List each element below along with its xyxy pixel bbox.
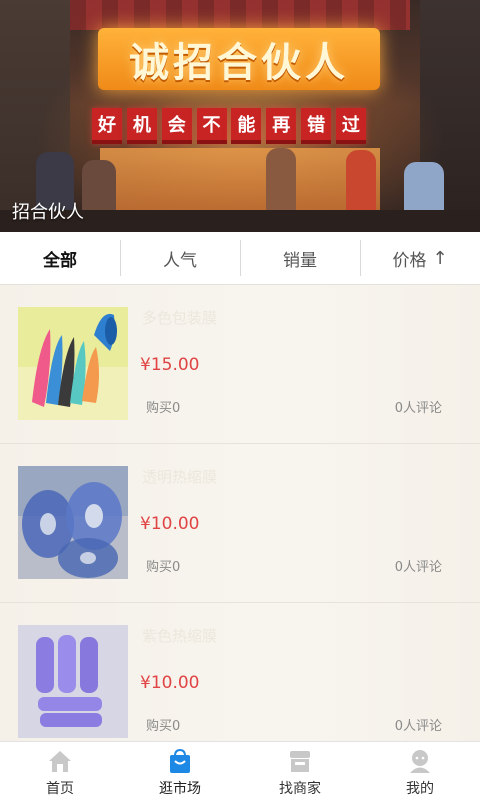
list-item[interactable]: 透明热缩膜 ¥10.00 购买0 0人评论 <box>0 444 480 603</box>
product-image <box>18 625 128 738</box>
sort-tabs: 全部 人气 销量 价格 ↑ <box>0 232 480 285</box>
sub-sign-char: 好 <box>92 108 122 144</box>
user-icon <box>410 750 430 773</box>
sub-sign-char: 过 <box>335 108 366 144</box>
nav-label: 逛市场 <box>159 781 201 797</box>
sub-sign-char: 机 <box>126 108 157 144</box>
tab-label: 价格 <box>392 250 427 271</box>
tab-popularity[interactable]: 人气 <box>120 232 240 284</box>
product-name: 多色包装膜 <box>142 309 218 327</box>
promo-banner[interactable]: 诚招合伙人 好 机 会 不 能 再 错 过 招合伙人 <box>0 0 480 232</box>
product-price: ¥10.00 <box>140 514 200 534</box>
product-list: 多色包装膜 ¥15.00 购买0 0人评论 透明热缩膜 ¥10.00 购买0 0… <box>0 285 480 741</box>
product-price: ¥10.00 <box>140 673 200 693</box>
banner-sub-sign: 好 机 会 不 能 再 错 过 <box>92 108 366 144</box>
home-icon <box>49 751 71 772</box>
purchase-count: 购买0 <box>146 401 181 416</box>
shopping-bag-icon <box>170 748 190 773</box>
review-count: 0人评论 <box>394 560 442 575</box>
sub-sign-char: 再 <box>266 108 297 144</box>
review-count: 0人评论 <box>394 401 442 416</box>
store-icon <box>290 751 310 772</box>
banner-caption: 招合伙人 <box>12 202 84 223</box>
product-price: ¥15.00 <box>140 355 200 375</box>
tab-label: 销量 <box>283 250 317 271</box>
tab-label: 全部 <box>43 250 77 271</box>
product-image <box>18 466 128 579</box>
tab-label: 人气 <box>163 250 197 271</box>
product-name: 紫色热缩膜 <box>142 627 218 645</box>
bottom-nav: 首页 逛市场 找商家 我的 <box>0 741 480 801</box>
nav-market[interactable]: 逛市场 <box>120 742 240 801</box>
tab-price[interactable]: 价格 ↑ <box>360 232 480 284</box>
review-count: 0人评论 <box>394 719 442 734</box>
nav-label: 首页 <box>46 781 74 797</box>
purchase-count: 购买0 <box>146 560 181 575</box>
list-item[interactable]: 多色包装膜 ¥15.00 购买0 0人评论 <box>0 285 480 444</box>
product-name: 透明热缩膜 <box>142 468 218 486</box>
nav-label: 找商家 <box>279 781 321 797</box>
nav-profile[interactable]: 我的 <box>360 742 480 801</box>
sub-sign-char: 会 <box>161 108 192 144</box>
arrow-up-icon: ↑ <box>432 247 448 269</box>
purchase-count: 购买0 <box>146 719 181 734</box>
sub-sign-char: 能 <box>231 108 262 144</box>
tab-sales[interactable]: 销量 <box>240 232 360 284</box>
product-image <box>18 307 128 420</box>
banner-main-sign: 诚招合伙人 <box>98 28 380 90</box>
nav-find-merchant[interactable]: 找商家 <box>240 742 360 801</box>
sub-sign-char: 不 <box>196 108 227 144</box>
sub-sign-char: 错 <box>301 108 332 144</box>
nav-label: 我的 <box>406 781 434 797</box>
list-item[interactable]: 紫色热缩膜 ¥10.00 购买0 0人评论 <box>0 603 480 741</box>
tab-all[interactable]: 全部 <box>0 232 120 284</box>
nav-home[interactable]: 首页 <box>0 742 120 801</box>
